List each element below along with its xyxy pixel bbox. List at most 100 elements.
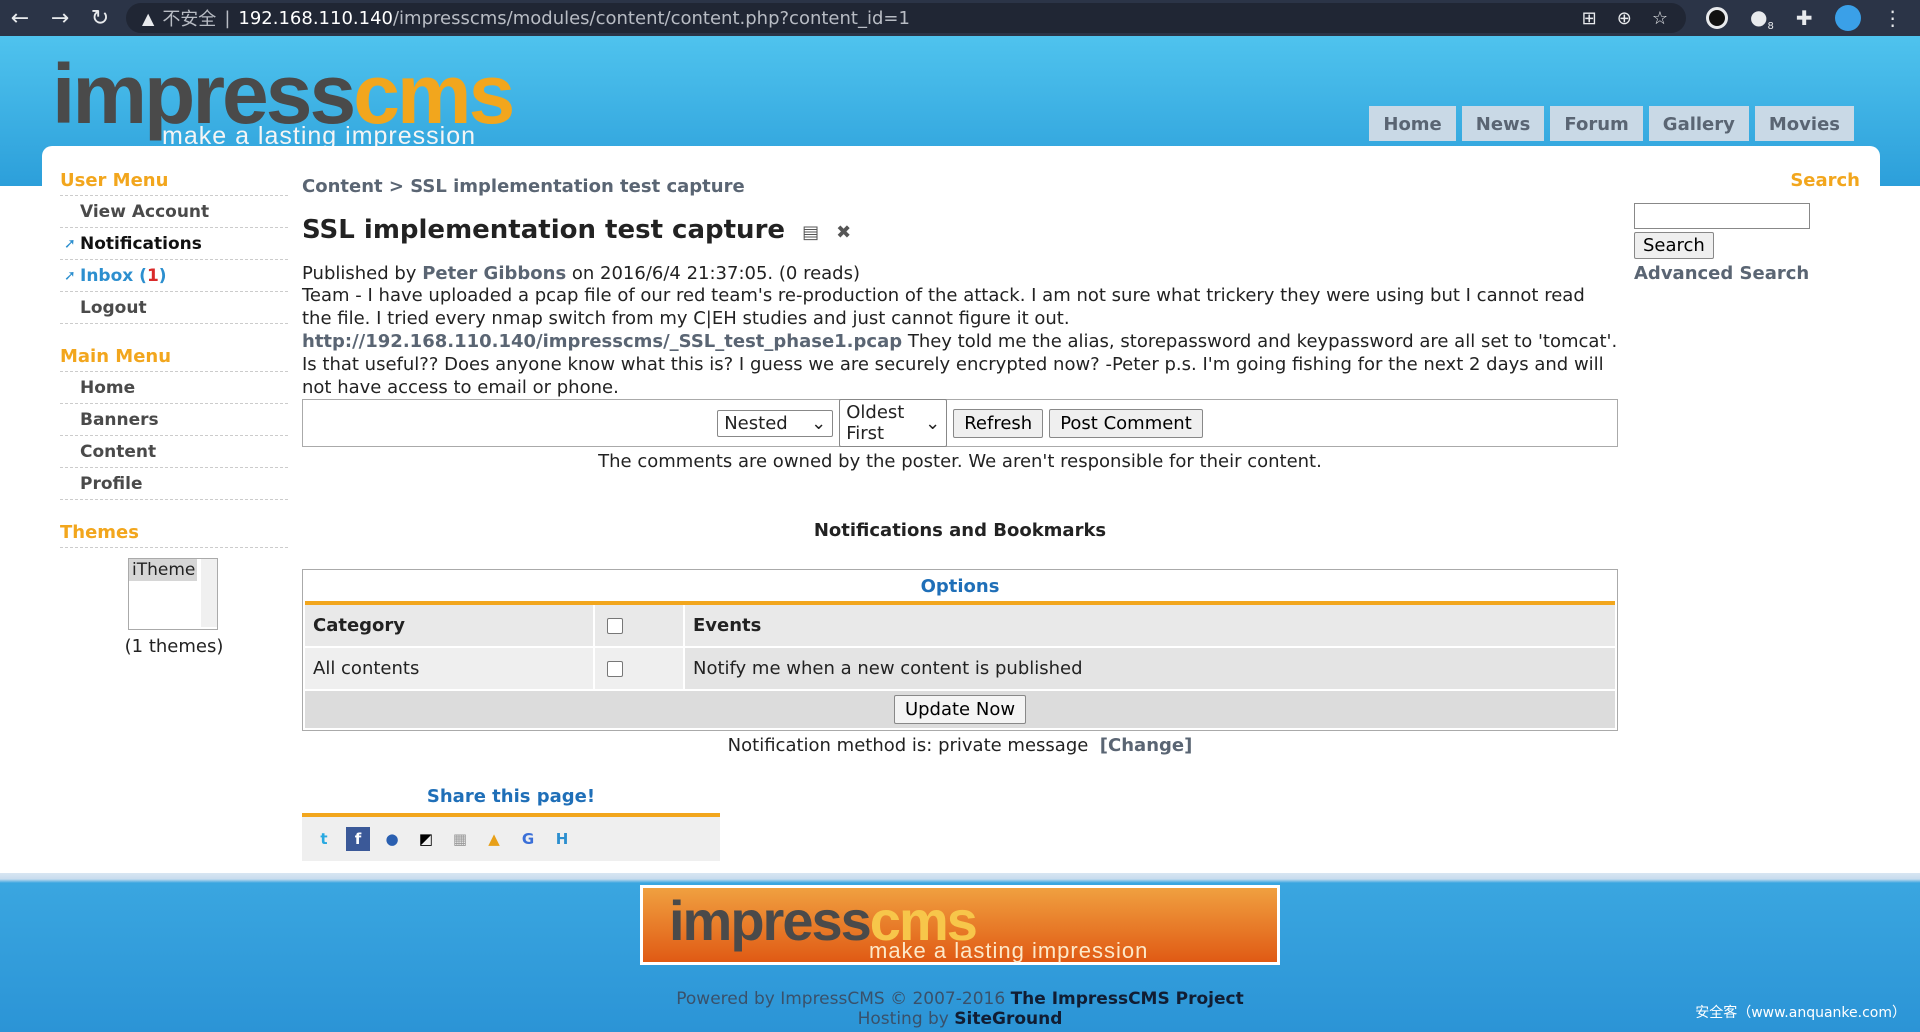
category-cell: All contents — [305, 648, 593, 689]
inbox-count: 1 — [146, 266, 159, 286]
url-host: 192.168.110.140 — [238, 7, 393, 29]
arrow-icon: ➚ — [64, 268, 76, 284]
project-link[interactable]: The ImpressCMS Project — [1011, 989, 1244, 1009]
forward-icon[interactable]: → — [40, 6, 80, 31]
update-now-button[interactable]: Update Now — [893, 695, 1027, 724]
search-input[interactable] — [1634, 203, 1810, 229]
article-meta: Published by Peter Gibbons on 2016/6/4 2… — [302, 263, 861, 284]
profile-avatar-icon[interactable] — [1834, 5, 1861, 31]
chevron-down-icon: ⌄ — [811, 412, 827, 434]
notifications-title: Notifications and Bookmarks — [813, 520, 1107, 541]
site-logo[interactable]: impresscms make a lasting impression — [52, 52, 515, 150]
address-bar[interactable]: ▲ 不安全 | 192.168.110.140/impresscms/modul… — [126, 3, 1686, 33]
user-menu-view-account[interactable]: View Account — [60, 196, 288, 228]
main-panel: User Menu View Account ➚ Notifications ➚ I… — [42, 146, 1880, 873]
footer-logo[interactable]: impresscms make a lasting impression — [640, 885, 1280, 965]
theme-option[interactable]: iTheme — [129, 559, 197, 581]
user-menu-inbox[interactable]: ➚ Inbox (1) — [60, 260, 288, 292]
advanced-search-link[interactable]: Advanced Search — [1634, 263, 1860, 284]
google-icon[interactable]: G — [516, 827, 540, 851]
post-comment-button[interactable]: Post Comment — [1049, 408, 1203, 438]
topnav-forum[interactable]: Forum — [1550, 106, 1643, 141]
notifications-table: Options Category Events All contents Not… — [302, 569, 1618, 731]
share-icons: t f ● ◩ ▦ ▲ G H — [302, 817, 720, 861]
select-all-checkbox[interactable] — [607, 617, 623, 634]
right-sidebar: Search Search Advanced Search — [1634, 170, 1860, 284]
topnav-movies[interactable]: Movies — [1754, 106, 1854, 141]
comments-disclaimer: The comments are owned by the poster. We… — [598, 451, 1322, 472]
stumble-icon[interactable]: ▲ — [482, 827, 506, 851]
insecure-label: 不安全 — [162, 9, 217, 30]
table-header-row: Category Events — [305, 605, 1615, 648]
breadcrumb-root[interactable]: Content — [302, 176, 383, 197]
puzzle-icon[interactable]: ✚ — [1796, 6, 1813, 30]
main-menu-content[interactable]: Content — [60, 436, 288, 468]
watermark: 安全客（www.anquanke.com） — [1695, 1005, 1906, 1021]
update-row: Update Now — [305, 691, 1615, 728]
twitter-icon[interactable]: t — [312, 827, 336, 851]
topnav-gallery[interactable]: Gallery — [1648, 106, 1749, 141]
breadcrumb: Content > SSL implementation test captur… — [302, 176, 745, 197]
search-button[interactable]: Search — [1634, 232, 1714, 259]
comment-mode-select[interactable]: Nested ⌄ — [717, 409, 834, 437]
left-sidebar: User Menu View Account ➚ Notifications ➚ I… — [60, 170, 288, 657]
main-content: Content > SSL implementation test captur… — [302, 176, 1618, 861]
change-method-link[interactable]: [Change] — [1100, 735, 1193, 756]
powered-by: Powered by ImpressCMS © 2007-2016 The Im… — [676, 989, 1244, 1029]
close-icon[interactable]: ✖ — [836, 222, 851, 243]
back-icon[interactable]: ← — [0, 6, 40, 31]
digg-icon[interactable]: ▦ — [448, 827, 472, 851]
share-title: Share this page! — [302, 786, 720, 817]
extension-badge-icon[interactable]: ●8 — [1750, 5, 1774, 32]
translate-icon[interactable]: ⊞ — [1582, 8, 1597, 29]
extension-circle-icon[interactable] — [1706, 7, 1728, 29]
refresh-button[interactable]: Refresh — [953, 408, 1044, 438]
events-header: Events — [683, 605, 1615, 646]
browser-menu-icon[interactable]: ⋮ — [1883, 6, 1903, 30]
warning-icon: ▲ — [142, 8, 155, 28]
themes-title: Themes — [60, 522, 288, 548]
browser-toolbar: ← → ↻ ▲ 不安全 | 192.168.110.140/impresscms… — [0, 0, 1920, 36]
main-menu-title: Main Menu — [60, 346, 288, 372]
user-menu-notifications[interactable]: ➚ Notifications — [60, 228, 288, 260]
article-body: Team - I have uploaded a pcap file of ou… — [302, 285, 1618, 398]
site-footer: impresscms make a lasting impression Pow… — [0, 873, 1920, 1032]
comment-order-select[interactable]: Oldest First ⌄ — [839, 399, 948, 447]
notification-method: Notification method is: private message … — [727, 735, 1193, 756]
user-menu-logout[interactable]: Logout — [60, 292, 288, 324]
table-row: All contents Notify me when a new conten… — [305, 648, 1615, 691]
url-path: /impresscms/modules/content/content.php?… — [392, 7, 910, 29]
share-block: Share this page! t f ● ◩ ▦ ▲ G H — [302, 786, 720, 861]
topnav-home[interactable]: Home — [1369, 106, 1456, 141]
options-header: Options — [305, 572, 1615, 605]
user-menu-title: User Menu — [60, 170, 288, 196]
arrow-icon: ➚ — [64, 236, 76, 252]
page-title: SSL implementation test capture ▤ ✖ — [302, 215, 852, 245]
comment-controls: Nested ⌄ Oldest First ⌄ Refresh Post Comme… — [302, 399, 1618, 447]
category-header: Category — [305, 605, 593, 646]
hi5-icon[interactable]: H — [550, 827, 574, 851]
chevron-down-icon: ⌄ — [925, 412, 941, 434]
main-menu-banners[interactable]: Banners — [60, 404, 288, 436]
event-cell: Notify me when a new content is publishe… — [683, 648, 1615, 689]
bookmark-star-icon[interactable]: ☆ — [1652, 8, 1668, 29]
top-navigation: Home News Forum Gallery Movies — [1369, 106, 1854, 141]
notify-checkbox[interactable] — [607, 660, 623, 677]
theme-select-list[interactable]: iTheme — [128, 558, 218, 630]
print-icon[interactable]: ▤ — [802, 222, 819, 243]
author-link[interactable]: Peter Gibbons — [422, 263, 566, 284]
facebook-icon[interactable]: f — [346, 827, 370, 851]
reload-icon[interactable]: ↻ — [80, 6, 120, 31]
topnav-news[interactable]: News — [1461, 106, 1545, 141]
breadcrumb-current: SSL implementation test capture — [410, 176, 745, 197]
host-link[interactable]: SiteGround — [954, 1009, 1062, 1029]
main-menu-profile[interactable]: Profile — [60, 468, 288, 500]
zoom-icon[interactable]: ⊕ — [1617, 8, 1632, 29]
theme-list-scrollbar[interactable] — [201, 559, 217, 627]
delicious-icon[interactable]: ◩ — [414, 827, 438, 851]
themes-count: (1 themes) — [124, 636, 224, 657]
pcap-link[interactable]: http://192.168.110.140/impresscms/_SSL_t… — [302, 331, 902, 352]
main-menu-home[interactable]: Home — [60, 372, 288, 404]
myspace-icon[interactable]: ● — [380, 827, 404, 851]
search-title: Search — [1790, 170, 1860, 191]
